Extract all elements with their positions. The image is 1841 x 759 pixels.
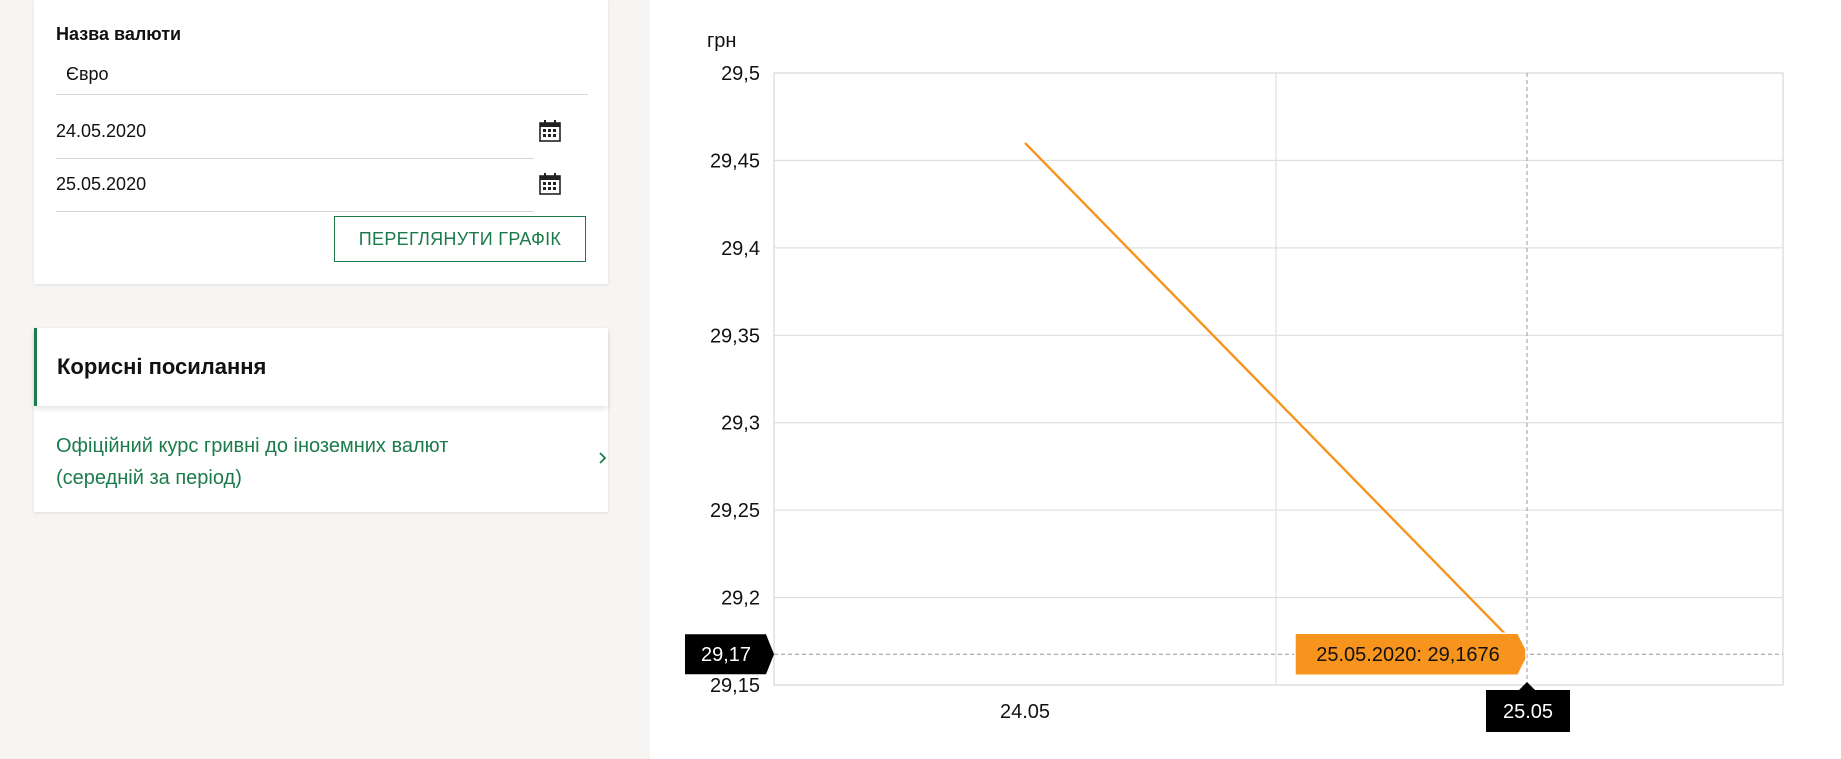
currency-select-value: Євро [66, 64, 109, 84]
x-readout-label: 25.05 [1503, 701, 1553, 723]
chevron-right-icon [599, 452, 607, 464]
hover-tooltip-label: 25.05.2020: 29,1676 [1316, 644, 1500, 666]
y-readout-label: 29,17 [701, 644, 751, 666]
calendar-icon[interactable] [538, 172, 562, 196]
useful-links-title: Корисні посилання [57, 354, 267, 379]
y-tick-label: 29,2 [721, 588, 760, 610]
link-official-rate[interactable]: Офіційний курс гривні до іноземних валют… [56, 430, 607, 500]
y-tick-label: 29,5 [721, 63, 760, 85]
y-tick-label: 29,35 [710, 325, 760, 347]
rate-chart-card: 29,5 29,45 29,4 29,35 29,3 29,25 29,2 29,15 грн 2… [650, 0, 1841, 759]
y-tick-label: 29,15 [710, 675, 760, 697]
useful-links-card: Корисні посилання Офіційний курс гривні … [34, 328, 608, 512]
y-tick-label: 29,45 [710, 150, 760, 172]
y-tick-label: 29,4 [721, 238, 760, 260]
rate-line-chart: 29,5 29,45 29,4 29,35 29,3 29,25 29,2 29,15 грн 2… [685, 30, 1784, 732]
view-chart-button[interactable]: ПЕРЕГЛЯНУТИ ГРАФІК [334, 216, 586, 262]
date-to-value: 25.05.2020 [56, 174, 147, 194]
currency-form-card: Назва валюти Євро 24.05.2020 25.05.2020 [34, 0, 608, 284]
date-from-value: 24.05.2020 [56, 121, 147, 141]
link-official-rate-label: Офіційний курс гривні до іноземних валют… [56, 435, 449, 489]
y-tick-label: 29,3 [721, 413, 760, 435]
calendar-icon[interactable] [538, 119, 562, 143]
date-from-field[interactable]: 24.05.2020 [56, 108, 561, 159]
date-to-field[interactable]: 25.05.2020 [56, 161, 561, 212]
currency-name-label: Назва валюти [56, 24, 182, 44]
currency-select[interactable]: Євро [56, 60, 588, 95]
x-tick-label: 24.05 [1000, 701, 1050, 723]
useful-links-header: Корисні посилання [34, 328, 608, 406]
y-axis-unit-label: грн [707, 30, 736, 52]
plot-area [773, 72, 1784, 686]
y-tick-label: 29,25 [710, 500, 760, 522]
